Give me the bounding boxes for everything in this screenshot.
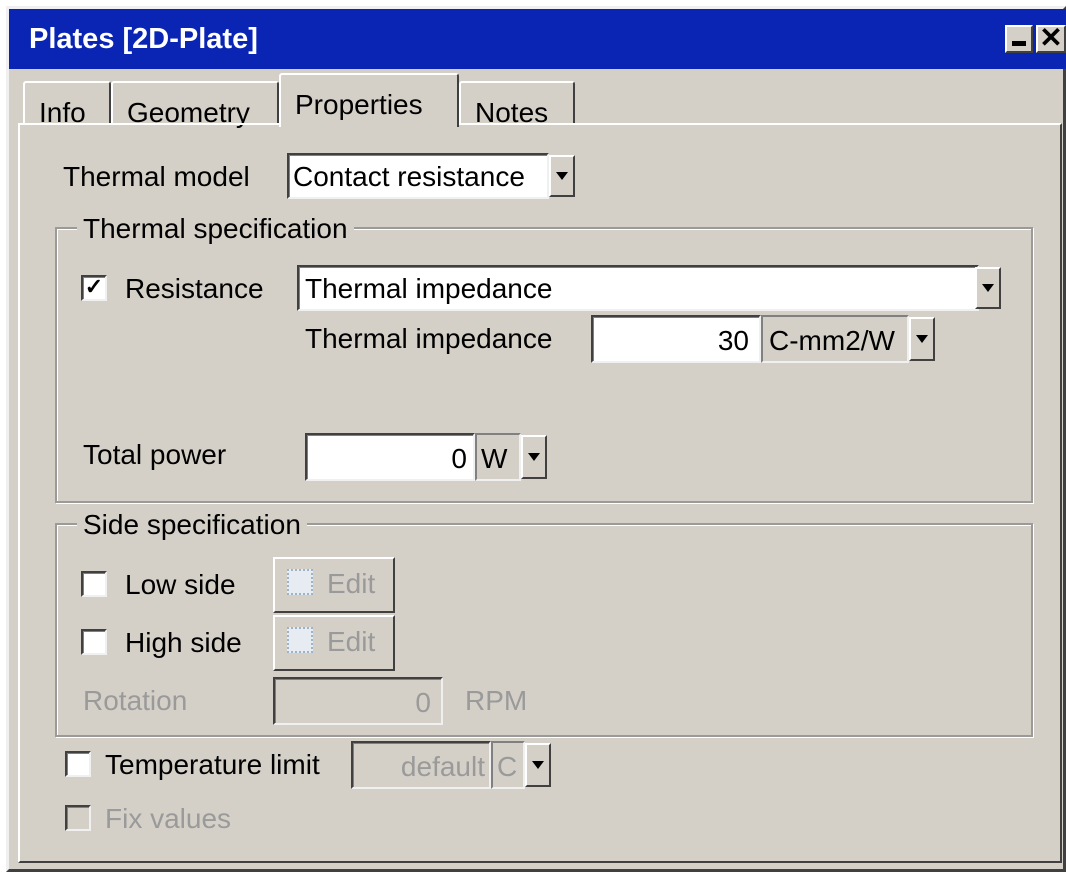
tab-info[interactable]: Info (23, 81, 111, 128)
window-title: Plates [2D-Plate] (29, 23, 258, 55)
tab-properties[interactable]: Properties (279, 73, 459, 127)
properties-panel (18, 123, 1062, 863)
tab-properties-label: Properties (295, 89, 423, 120)
plates-window: Plates [2D-Plate] ✕ Info Geometry Proper… (6, 6, 1066, 872)
close-icon[interactable]: ✕ (1036, 24, 1066, 53)
tab-notes[interactable]: Notes (459, 81, 575, 128)
minimize-icon[interactable] (1005, 25, 1033, 53)
title-bar[interactable]: Plates [2D-Plate] ✕ (9, 9, 1066, 69)
tab-geometry[interactable]: Geometry (111, 81, 279, 128)
